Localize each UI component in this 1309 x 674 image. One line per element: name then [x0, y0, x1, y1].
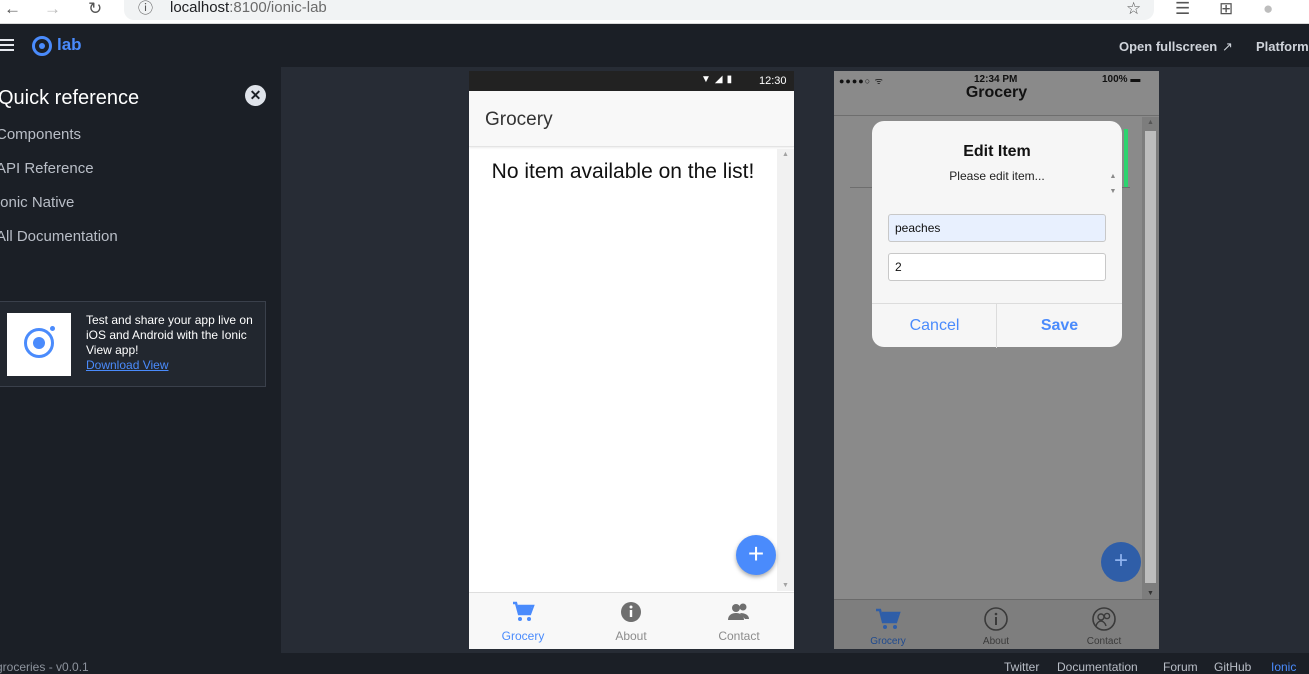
sidebar-link-api-reference[interactable]: API Reference: [0, 160, 94, 177]
sidebar-title: Quick reference: [0, 87, 140, 109]
info-icon: [619, 601, 643, 623]
footer-link-forum[interactable]: Forum: [1163, 660, 1198, 674]
dialog-message: Please edit item...: [949, 169, 1045, 183]
add-favorite-icon[interactable]: ☆: [1126, 0, 1141, 18]
scroll-track[interactable]: [1145, 131, 1156, 583]
app-version: groceries - v0.0.1: [0, 660, 89, 674]
menu-icon[interactable]: [0, 39, 14, 51]
contacts-icon: [727, 601, 751, 623]
cart-icon: [874, 607, 902, 631]
url-path: :8100/ionic-lab: [229, 0, 327, 16]
cancel-button[interactable]: Cancel: [872, 304, 997, 348]
ionic-ring-icon: [24, 328, 54, 358]
tab-label: About: [982, 636, 1010, 647]
ionic-dot-icon: [50, 326, 55, 331]
quick-reference-sidebar: Quick reference ✕ Components API Referen…: [0, 67, 281, 653]
lab-footer: groceries - v0.0.1 Twitter Documentation…: [0, 653, 1309, 674]
site-info-icon[interactable]: ⓘ: [138, 0, 153, 18]
sidebar-link-ionic-native[interactable]: Ionic Native: [0, 194, 74, 211]
open-fullscreen-link[interactable]: Open fullscreen: [1119, 39, 1217, 54]
scroll-down-icon[interactable]: ▼: [1147, 590, 1154, 597]
url-host: localhost: [170, 0, 230, 16]
dialog-scrollbar[interactable]: ▲ ▼: [1106, 169, 1120, 203]
dialog-title: Edit Item: [963, 143, 1031, 160]
favorites-icon[interactable]: ☰: [1175, 0, 1190, 18]
sidebar-link-components[interactable]: Components: [0, 126, 81, 143]
tab-label: Grocery: [501, 629, 545, 643]
promo-text: Test and share your app live on iOS and …: [86, 313, 253, 357]
ios-tab-grocery[interactable]: Grocery: [834, 600, 942, 650]
edit-item-dialog: Edit Item Please edit item... ▲ ▼ peache…: [872, 121, 1122, 348]
info-icon: [982, 607, 1010, 631]
tab-contact[interactable]: Contact: [685, 593, 793, 650]
android-preview: ▼◢▮ 12:30 Grocery No item available on t…: [469, 71, 794, 649]
cart-icon: [511, 601, 535, 623]
tab-label: Grocery: [870, 636, 906, 647]
android-scrollbar[interactable]: ▲ ▼: [777, 149, 794, 591]
sidebar-link-all-documentation[interactable]: All Documentation: [0, 228, 118, 245]
url-text: localhost:8100/ionic-lab: [170, 0, 327, 16]
item-name-input[interactable]: peaches: [888, 214, 1106, 242]
dialog-button-group: Cancel Save: [872, 303, 1122, 348]
android-status-icons: ▼◢▮: [701, 74, 737, 85]
profile-icon[interactable]: ●: [1263, 0, 1273, 18]
android-tab-bar: Grocery About Contact: [469, 592, 794, 649]
ionic-view-logo: [7, 313, 71, 376]
external-link-icon[interactable]: ↗: [1222, 39, 1233, 55]
download-view-link[interactable]: Download View: [86, 358, 169, 372]
android-status-time: 12:30: [759, 75, 787, 87]
ionic-view-promo: Test and share your app live on iOS and …: [0, 301, 266, 387]
ionic-logo-icon: [32, 36, 52, 56]
item-quantity-input[interactable]: 2: [888, 253, 1106, 281]
forward-icon[interactable]: →: [44, 0, 61, 18]
lab-header: lab Open fullscreen ↗ Platforms: [0, 25, 1309, 67]
platforms-menu[interactable]: Platforms: [1256, 39, 1309, 54]
tab-label: About: [615, 629, 647, 643]
ios-tab-bar: Grocery About Contact: [834, 599, 1159, 649]
tab-label: Contact: [718, 629, 760, 643]
tab-about[interactable]: About: [577, 593, 685, 650]
page-title: Grocery: [485, 109, 553, 130]
empty-list-message: No item available on the list!: [491, 160, 755, 183]
add-item-button[interactable]: +: [736, 535, 776, 575]
list-item-indicator: [1124, 129, 1128, 188]
ios-page-title: Grocery: [965, 84, 1028, 101]
scroll-up-icon[interactable]: ▲: [1106, 169, 1120, 184]
browser-toolbar: ← → ↻ ⓘ localhost:8100/ionic-lab ☆ ☰ ⊞ ●: [0, 0, 1309, 24]
reload-icon[interactable]: ↻: [88, 0, 102, 18]
ios-tab-about[interactable]: About: [942, 600, 1050, 650]
close-icon[interactable]: ✕: [245, 85, 266, 106]
ios-nav-divider: [834, 115, 1159, 116]
lab-logo-text: lab: [57, 35, 82, 54]
tab-grocery[interactable]: Grocery: [469, 593, 577, 650]
footer-link-github[interactable]: GitHub: [1214, 660, 1251, 674]
footer-link-ionic[interactable]: Ionic: [1271, 660, 1296, 674]
scroll-down-icon[interactable]: ▼: [782, 582, 789, 589]
back-icon[interactable]: ←: [4, 0, 21, 18]
scroll-down-icon[interactable]: ▼: [1106, 184, 1120, 199]
ios-add-item-button[interactable]: +: [1101, 542, 1141, 582]
contacts-icon: [1090, 607, 1118, 631]
ios-tab-contact[interactable]: Contact: [1050, 600, 1158, 650]
scroll-up-icon[interactable]: ▲: [1147, 119, 1154, 126]
android-toolbar: Grocery: [469, 91, 794, 147]
footer-link-twitter[interactable]: Twitter: [1004, 660, 1039, 674]
scroll-up-icon[interactable]: ▲: [782, 151, 789, 158]
save-button[interactable]: Save: [997, 304, 1122, 348]
collections-icon[interactable]: ⊞: [1219, 0, 1233, 18]
footer-link-documentation[interactable]: Documentation: [1057, 660, 1138, 674]
tab-label: Contact: [1086, 636, 1122, 647]
android-status-bar: ▼◢▮ 12:30: [469, 71, 794, 91]
ios-scrollbar[interactable]: ▲ ▼: [1142, 117, 1159, 599]
